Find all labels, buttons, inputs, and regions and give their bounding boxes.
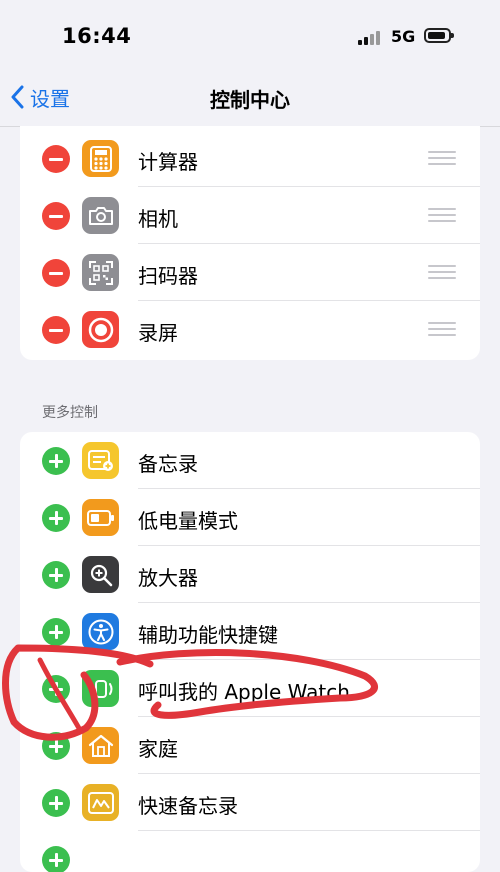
control-label: 计算器 <box>138 150 198 174</box>
remove-button[interactable] <box>42 259 70 287</box>
reorder-handle-icon[interactable] <box>428 151 456 165</box>
control-label: 录屏 <box>138 321 178 345</box>
qr-code-icon <box>82 254 119 291</box>
notes-icon <box>82 442 119 479</box>
navigation-bar: 设置 控制中心 <box>0 72 500 127</box>
remove-button[interactable] <box>42 145 70 173</box>
remove-button[interactable] <box>42 202 70 230</box>
add-button[interactable] <box>42 561 70 589</box>
control-row-accessibility-shortcuts: 辅助功能快捷键 <box>20 603 480 660</box>
add-button[interactable] <box>42 447 70 475</box>
status-time: 16:44 <box>62 24 132 48</box>
cellular-signal-icon <box>358 31 382 45</box>
control-row-camera: 相机 <box>20 187 480 244</box>
accessibility-icon <box>82 613 119 650</box>
add-button[interactable] <box>42 675 70 703</box>
control-label: 低电量模式 <box>138 509 238 533</box>
control-row-notes: 备忘录 <box>20 432 480 489</box>
add-button[interactable] <box>42 732 70 760</box>
control-row-low-power-mode: 低电量模式 <box>20 489 480 546</box>
control-label: 快速备忘录 <box>138 794 238 818</box>
page-title: 控制中心 <box>210 88 290 112</box>
remove-button[interactable] <box>42 316 70 344</box>
control-row-quick-note: 快速备忘录 <box>20 774 480 831</box>
control-label: 放大器 <box>138 566 198 590</box>
more-controls-list: 备忘录 低电量模式 放大器 辅助功能快捷键 呼叫我的 Apple Watch 家… <box>20 432 480 872</box>
control-label: 辅助功能快捷键 <box>138 623 278 647</box>
calculator-icon <box>82 140 119 177</box>
control-row-home: 家庭 <box>20 717 480 774</box>
add-button[interactable] <box>42 618 70 646</box>
magnifier-icon <box>82 556 119 593</box>
record-icon <box>82 311 119 348</box>
network-type: 5G <box>391 27 416 46</box>
control-row-code-scanner: 扫码器 <box>20 244 480 301</box>
watch-ping-icon <box>82 670 119 707</box>
camera-icon <box>82 197 119 234</box>
included-controls-list: 计算器 相机 扫码器 录屏 <box>20 126 480 360</box>
status-bar: 16:44 5G <box>0 0 500 72</box>
add-button[interactable] <box>42 846 70 872</box>
home-icon <box>82 727 119 764</box>
control-label: 扫码器 <box>138 264 198 288</box>
battery-icon <box>424 28 454 43</box>
control-label: 备忘录 <box>138 452 198 476</box>
control-row-calculator: 计算器 <box>20 130 480 187</box>
control-row-ping-my-watch: 呼叫我的 Apple Watch <box>20 660 480 717</box>
battery-low-icon <box>82 499 119 536</box>
section-header-more-controls: 更多控制 <box>42 405 98 421</box>
control-row-magnifier: 放大器 <box>20 546 480 603</box>
control-row-next <box>20 831 480 872</box>
control-label: 家庭 <box>138 737 178 761</box>
control-row-screen-recording: 录屏 <box>20 301 480 358</box>
control-label: 呼叫我的 Apple Watch <box>138 680 350 704</box>
reorder-handle-icon[interactable] <box>428 322 456 336</box>
add-button[interactable] <box>42 789 70 817</box>
control-label: 相机 <box>138 207 178 231</box>
add-button[interactable] <box>42 504 70 532</box>
reorder-handle-icon[interactable] <box>428 265 456 279</box>
quick-note-icon <box>82 784 119 821</box>
reorder-handle-icon[interactable] <box>428 208 456 222</box>
